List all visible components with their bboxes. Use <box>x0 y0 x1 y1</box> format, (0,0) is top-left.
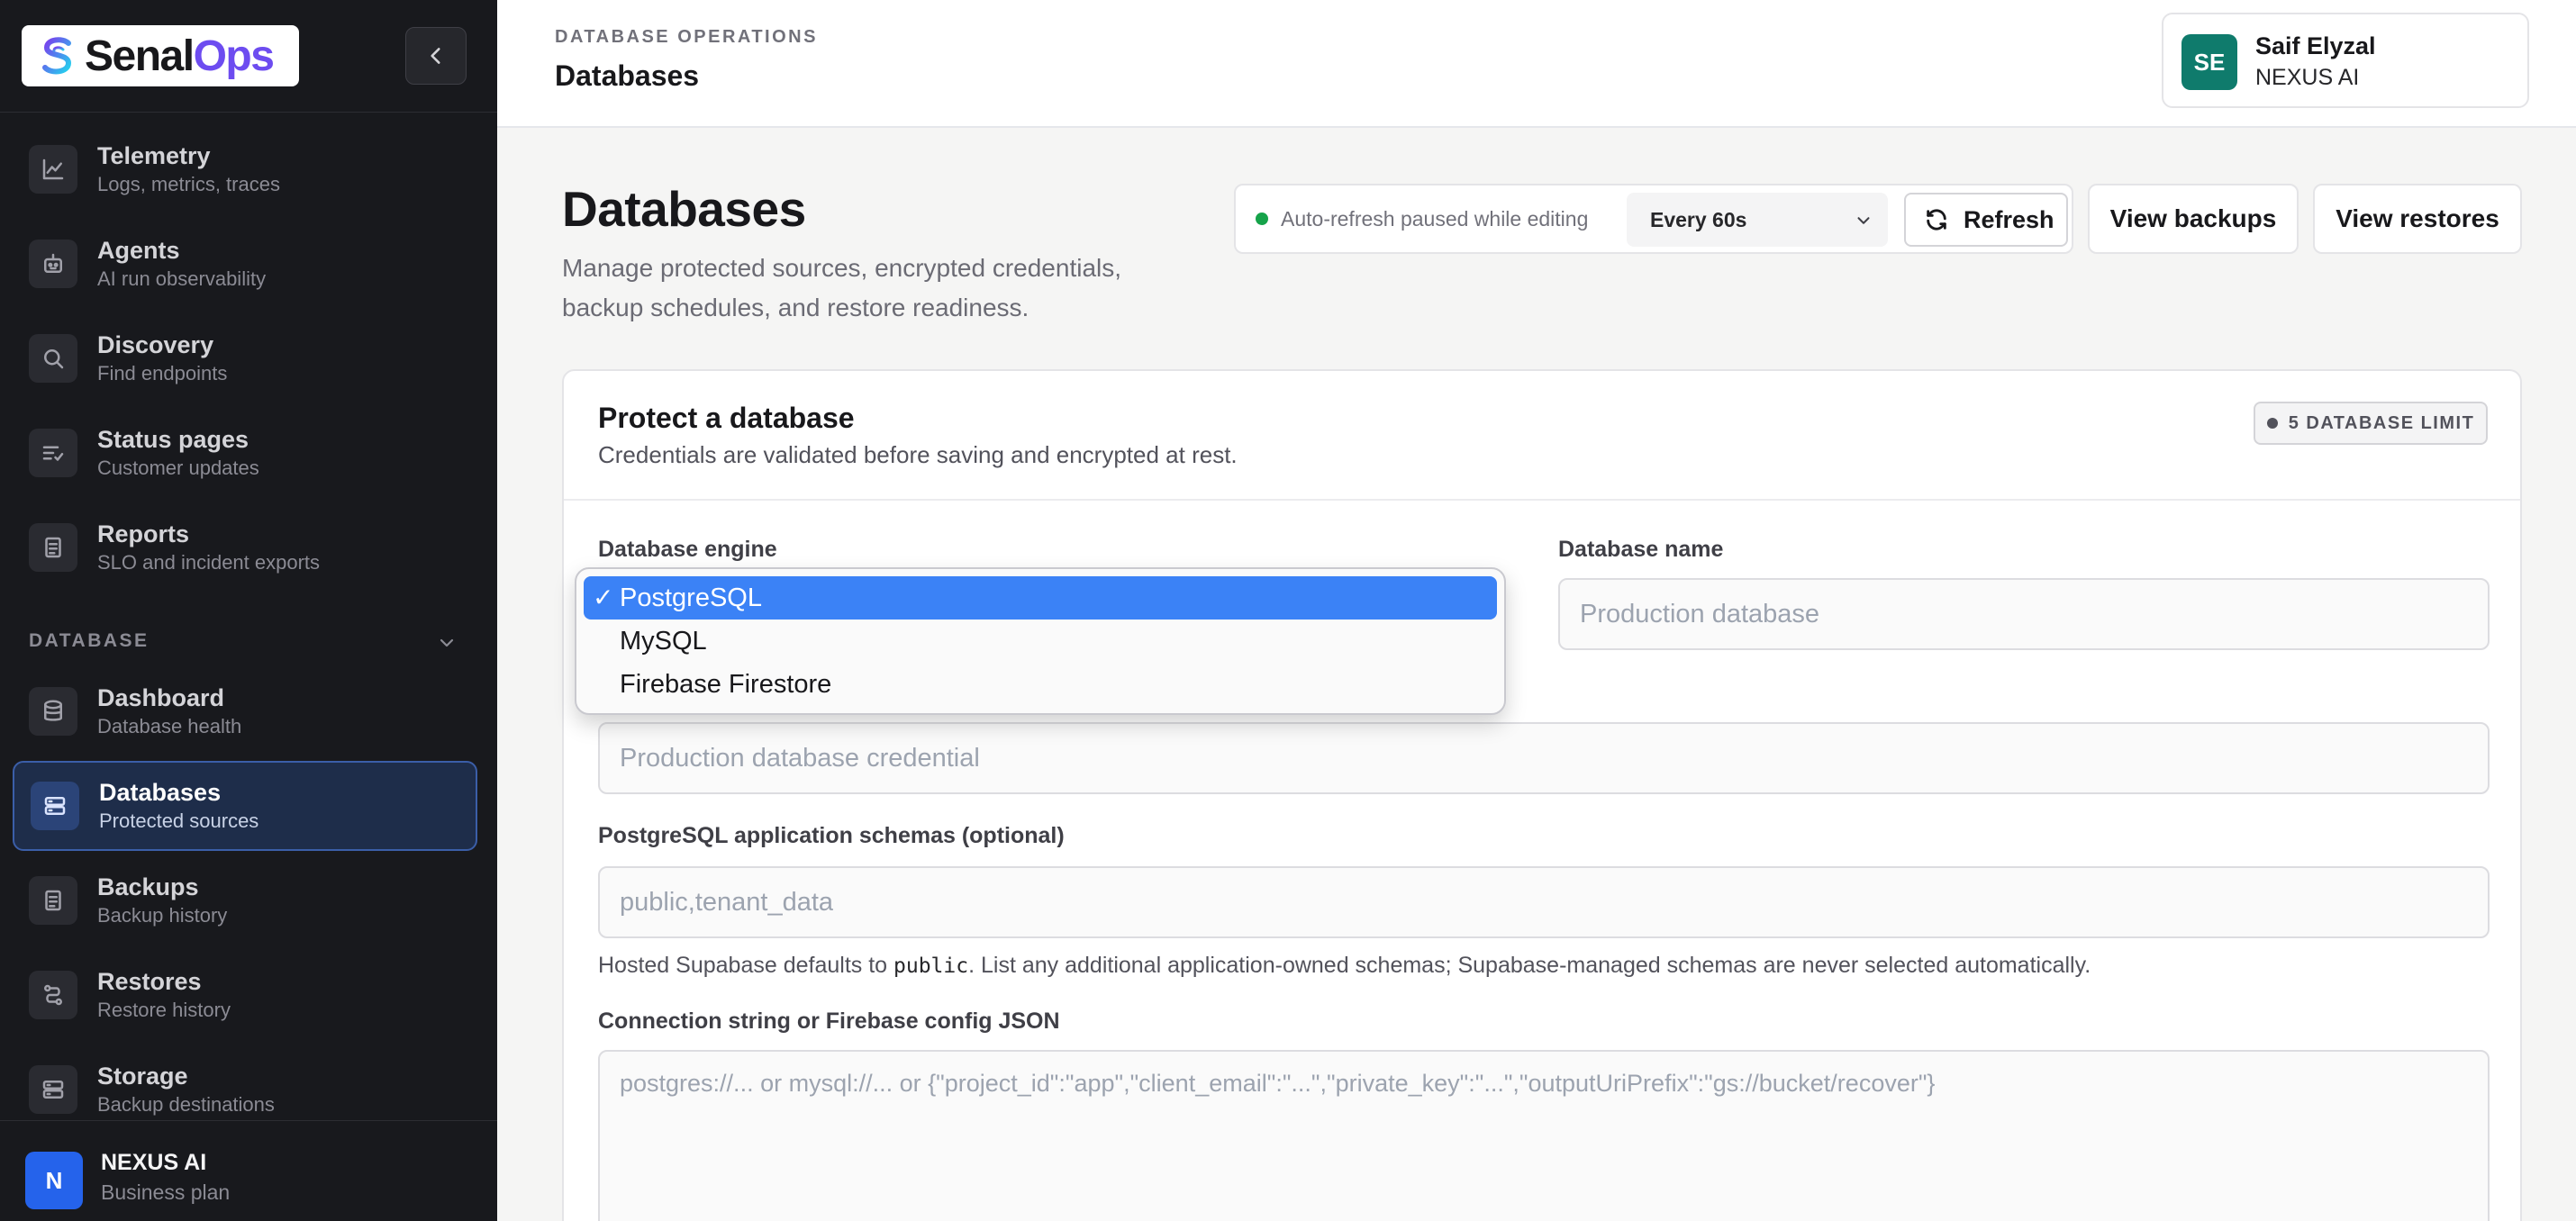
nav-subtitle: SLO and incident exports <box>97 551 321 574</box>
sidebar-divider <box>0 112 497 113</box>
schemas-help-text: Hosted Supabase defaults to public. List… <box>598 953 2091 978</box>
option-label: Firebase Firestore <box>620 669 832 699</box>
nav-subtitle: AI run observability <box>97 267 267 290</box>
nav-title: Telemetry <box>97 142 211 169</box>
nav-title: Backups <box>97 873 199 900</box>
collapse-sidebar-button[interactable] <box>405 27 467 85</box>
option-label: MySQL <box>620 626 707 656</box>
sidebar: SenalOps Telemetry Logs, metrics, traces … <box>0 0 497 1221</box>
nav-title: Databases <box>99 779 222 806</box>
badge-dot-icon <box>2266 418 2278 429</box>
document-icon <box>29 876 77 925</box>
page-description: Manage protected sources, encrypted cred… <box>562 254 1122 321</box>
nav-subtitle: Find endpoints <box>97 362 228 384</box>
logo-mark-icon <box>42 37 72 75</box>
sidebar-item-restores[interactable]: Restores Restore history <box>13 950 477 1040</box>
option-label: PostgreSQL <box>620 583 762 612</box>
user-menu[interactable]: SE Saif Elyzal NEXUS AI <box>2162 13 2529 108</box>
search-icon <box>29 334 77 383</box>
header-title: Databases <box>555 59 700 92</box>
schemas-label: PostgreSQL application schemas (optional… <box>598 823 1065 848</box>
card-divider <box>564 499 2520 501</box>
refresh-button[interactable]: Refresh <box>1904 193 2068 247</box>
database-name-input[interactable]: Production database <box>1558 578 2490 650</box>
schemas-input[interactable]: public,tenant_data <box>598 866 2490 938</box>
card-subtitle: Credentials are validated before saving … <box>598 441 1238 468</box>
avatar: SE <box>2181 34 2237 90</box>
nav-subtitle: Customer updates <box>97 457 259 479</box>
org-avatar: N <box>25 1152 83 1209</box>
sidebar-item-discovery[interactable]: Discovery Find endpoints <box>13 313 477 403</box>
document-icon <box>29 523 77 572</box>
breadcrumb: DATABASE OPERATIONS <box>555 27 818 47</box>
nav-title: Restores <box>97 968 202 995</box>
code-public: public <box>893 954 969 978</box>
nav-title: Agents <box>97 237 180 264</box>
database-icon <box>29 687 77 736</box>
chevron-down-icon[interactable] <box>436 632 458 654</box>
refresh-icon <box>1927 209 1946 231</box>
page-title: Databases <box>562 181 806 237</box>
card-title: Protect a database <box>598 402 855 434</box>
user-name: Saif Elyzal <box>2255 32 2376 59</box>
engine-option-firestore[interactable]: Firebase Firestore <box>584 663 1497 706</box>
nav-subtitle: Backup history <box>97 904 228 927</box>
view-restores-button[interactable]: View restores <box>2313 184 2522 254</box>
sidebar-item-databases[interactable]: Databases Protected sources <box>13 761 477 851</box>
protect-database-card: Protect a database Credentials are valid… <box>562 369 2522 1221</box>
sidebar-item-telemetry[interactable]: Telemetry Logs, metrics, traces <box>13 124 477 214</box>
status-dot-icon <box>1256 213 1268 225</box>
connection-label: Connection string or Firebase config JSO… <box>598 1008 1060 1034</box>
refresh-label: Refresh <box>1964 205 2054 233</box>
list-check-icon <box>29 429 77 477</box>
nav-title: Dashboard <box>97 684 225 711</box>
engine-option-mysql[interactable]: MySQL <box>584 620 1497 663</box>
sidebar-item-storage[interactable]: Storage Backup destinations <box>13 1045 477 1117</box>
engine-label: Database engine <box>598 537 777 562</box>
nav-title: Reports <box>97 520 190 547</box>
sidebar-item-status-pages[interactable]: Status pages Customer updates <box>13 408 477 498</box>
refresh-interval-value: Every 60s <box>1650 207 1747 231</box>
sidebar-item-backups[interactable]: Backups Backup history <box>13 855 477 945</box>
chevron-down-icon <box>1857 217 1870 224</box>
refresh-interval-select[interactable]: Every 60s <box>1627 193 1888 247</box>
auto-refresh-controls: Auto-refresh paused while editing Every … <box>1234 184 2073 254</box>
engine-dropdown-menu: ✓ PostgreSQL MySQL Firebase Firestore <box>575 567 1506 715</box>
nav-subtitle: Restore history <box>97 999 231 1021</box>
credential-name-input[interactable]: Production database credential <box>598 722 2490 794</box>
nav-subtitle: Protected sources <box>99 809 259 832</box>
view-backups-button[interactable]: View backups <box>2088 184 2299 254</box>
top-header: DATABASE OPERATIONS Databases SE Saif El… <box>497 0 2576 128</box>
nav-subtitle: Logs, metrics, traces <box>97 173 280 195</box>
sidebar-item-reports[interactable]: Reports SLO and incident exports <box>13 502 477 592</box>
server-icon <box>31 782 79 830</box>
org-plan: Business plan <box>101 1180 231 1204</box>
org-switcher[interactable]: N NEXUS AI Business plan <box>0 1120 497 1221</box>
chart-line-icon <box>29 145 77 194</box>
sidebar-item-dashboard[interactable]: Dashboard Database health <box>13 666 477 756</box>
auto-refresh-status: Auto-refresh paused while editing <box>1281 207 1589 231</box>
database-name-label: Database name <box>1558 537 1724 562</box>
robot-icon <box>29 240 77 288</box>
org-name: NEXUS AI <box>101 1150 207 1175</box>
database-limit-badge: 5 DATABASE LIMIT <box>2254 402 2488 445</box>
check-icon: ✓ <box>593 583 614 611</box>
nav-title: Status pages <box>97 426 249 453</box>
sidebar-item-agents[interactable]: Agents AI run observability <box>13 219 477 309</box>
section-label-database: DATABASE <box>29 630 150 651</box>
brand-logo[interactable]: SenalOps <box>22 25 299 86</box>
nav-subtitle: Database health <box>97 715 242 737</box>
limit-badge-label: 5 DATABASE LIMIT <box>2288 412 2475 433</box>
user-org: NEXUS AI <box>2255 65 2360 90</box>
nav-subtitle: Backup destinations <box>97 1093 275 1116</box>
connection-string-textarea[interactable]: postgres://... or mysql://... or {"proje… <box>598 1050 2490 1221</box>
chevron-left-icon <box>431 48 440 64</box>
nav-title: Discovery <box>97 331 214 358</box>
engine-option-postgresql[interactable]: ✓ PostgreSQL <box>584 576 1497 620</box>
server-icon <box>29 1065 77 1114</box>
route-icon <box>29 971 77 1019</box>
brand-name: SenalOps <box>85 32 275 80</box>
nav-title: Storage <box>97 1063 188 1090</box>
sidebar-scroll-clip: Storage Backup destinations <box>0 1036 497 1117</box>
